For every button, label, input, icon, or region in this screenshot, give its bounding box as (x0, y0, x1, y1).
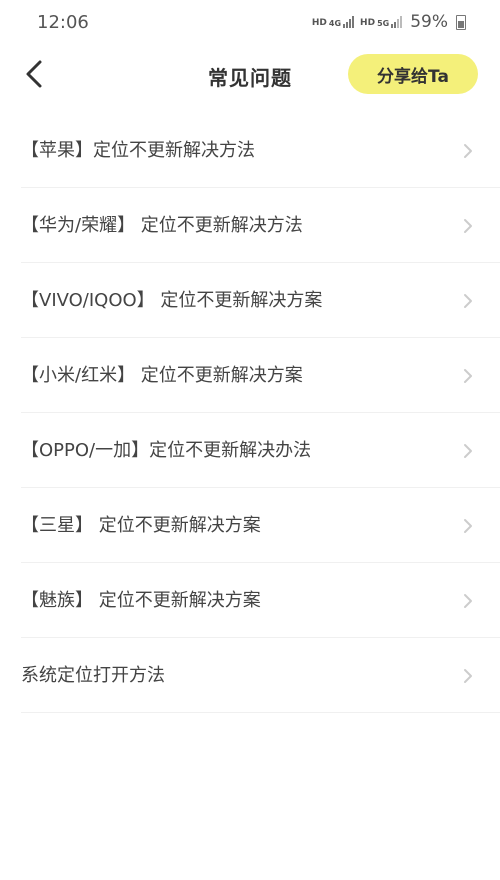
chevron-right-icon (464, 144, 472, 158)
list-item[interactable]: 【苹果】定位不更新解决方法 (0, 113, 500, 188)
share-button[interactable]: 分享给Ta (348, 54, 478, 94)
list-item[interactable]: 【华为/荣耀】 定位不更新解决方法 (0, 188, 500, 263)
list-item[interactable]: 【三星】 定位不更新解决方案 (0, 488, 500, 563)
list-item-label: 【苹果】定位不更新解决方法 (21, 140, 255, 161)
signal-icon (343, 16, 355, 28)
list-item-label: 【VIVO/IQOO】 定位不更新解决方案 (21, 290, 323, 311)
chevron-right-icon (464, 369, 472, 383)
list-item[interactable]: 【魅族】 定位不更新解决方案 (0, 563, 500, 638)
list-item-label: 【魅族】 定位不更新解决方案 (21, 590, 261, 611)
list-item[interactable]: 【小米/红米】 定位不更新解决方案 (0, 338, 500, 413)
list-item[interactable]: 【OPPO/一加】定位不更新解决办法 (0, 413, 500, 488)
nav-bar: 常见问题 分享给Ta (0, 44, 500, 108)
list-item-label: 【OPPO/一加】定位不更新解决办法 (21, 440, 312, 461)
status-icons: HD 4G HD 5G 59% (312, 12, 466, 32)
signal-icon (391, 16, 403, 28)
battery-percent: 59% (410, 12, 448, 32)
list-item[interactable]: 系统定位打开方法 (0, 638, 500, 713)
divider (21, 712, 500, 713)
network-indicator-1: HD 4G (312, 16, 355, 28)
chevron-right-icon (464, 444, 472, 458)
list-item-label: 【华为/荣耀】 定位不更新解决方法 (21, 215, 303, 236)
chevron-right-icon (464, 219, 472, 233)
chevron-right-icon (464, 594, 472, 608)
battery-icon (456, 14, 466, 30)
list-item[interactable]: 【VIVO/IQOO】 定位不更新解决方案 (0, 263, 500, 338)
network-indicator-2: HD 5G (360, 16, 403, 28)
chevron-right-icon (464, 519, 472, 533)
status-time: 12:06 (37, 12, 89, 33)
list-item-label: 系统定位打开方法 (21, 665, 165, 686)
chevron-right-icon (464, 294, 472, 308)
faq-list: 【苹果】定位不更新解决方法 【华为/荣耀】 定位不更新解决方法 【VIVO/IQ… (0, 113, 500, 713)
chevron-right-icon (464, 669, 472, 683)
status-bar: 12:06 HD 4G HD 5G 59% (0, 0, 500, 44)
list-item-label: 【三星】 定位不更新解决方案 (21, 515, 261, 536)
list-item-label: 【小米/红米】 定位不更新解决方案 (21, 365, 303, 386)
